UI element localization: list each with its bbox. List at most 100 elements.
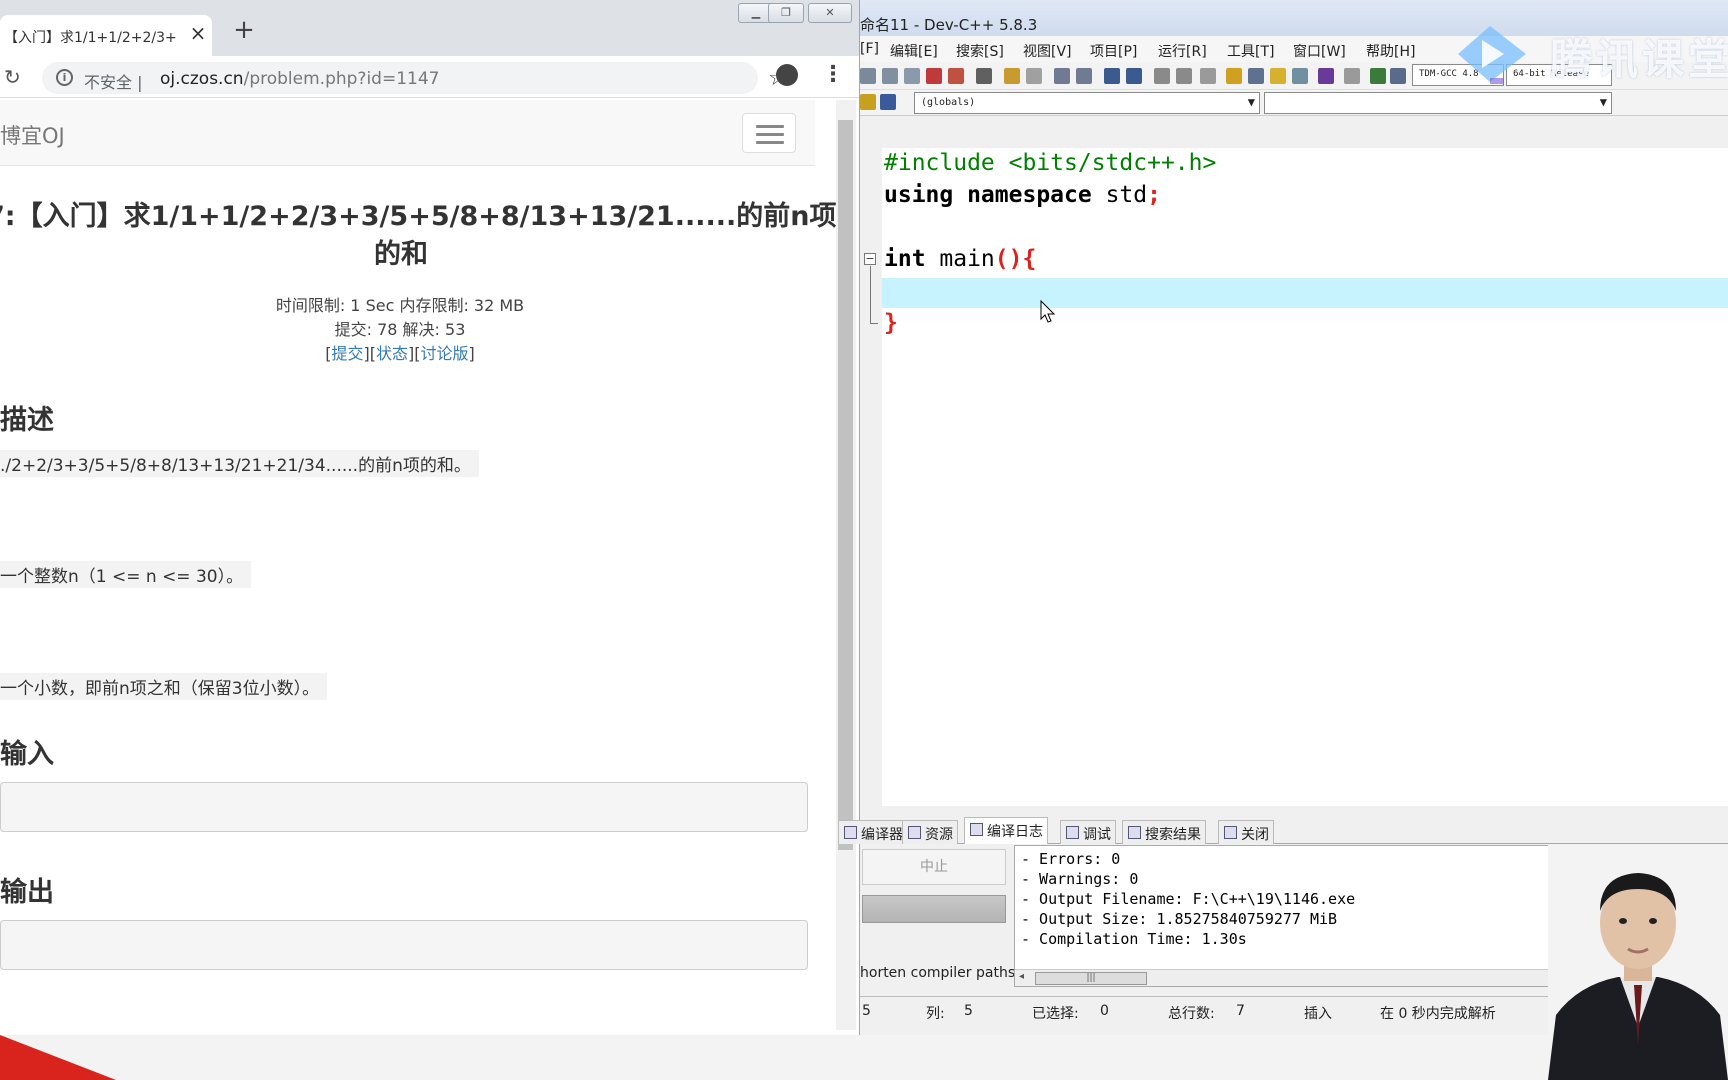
insecure-label: 不安全 |	[84, 73, 143, 92]
fold-icon[interactable]: −	[864, 253, 876, 265]
indent-icon[interactable]	[1104, 68, 1120, 84]
replace-icon[interactable]	[1076, 68, 1092, 84]
toggle-comment-icon[interactable]	[1200, 68, 1216, 84]
hamburger-menu-icon[interactable]	[742, 113, 796, 153]
menu-search[interactable]: 搜索[S]	[956, 41, 1004, 61]
shorten-paths-checkbox-label[interactable]: horten compiler paths	[860, 965, 1015, 981]
tab-debug[interactable]: 调试	[1060, 820, 1116, 844]
syntax-check-icon[interactable]	[1318, 68, 1334, 84]
code-keyword: int	[884, 246, 926, 272]
mouse-cursor-icon	[1040, 300, 1056, 323]
code-identifier: std	[1091, 182, 1148, 208]
save-all-icon[interactable]	[904, 68, 920, 84]
goto-icon[interactable]	[1176, 68, 1192, 84]
debug-icon[interactable]	[1390, 68, 1406, 84]
new-tab-icon[interactable]: +	[232, 17, 256, 43]
check-icon	[1066, 826, 1079, 839]
save-icon[interactable]	[882, 68, 898, 84]
menu-project[interactable]: 项目[P]	[1090, 41, 1137, 61]
undo-icon[interactable]	[1004, 68, 1020, 84]
scroll-left-icon: ◂	[1019, 971, 1025, 982]
status-total-label: 总行数:	[1168, 1006, 1215, 1022]
log-scroll-thumb[interactable]: |||	[1035, 972, 1147, 985]
code-identifier: main	[925, 246, 995, 272]
input-format-text: 一个整数n（1 <= n <= 30）。	[0, 561, 252, 588]
devcpp-class-toolbar: (globals) ▼ ▼	[860, 90, 1728, 116]
compile-icon[interactable]	[1226, 68, 1242, 84]
bookmark-icon[interactable]	[1154, 68, 1170, 84]
status-mode: 插入	[1304, 1006, 1332, 1022]
search-icon	[1128, 826, 1141, 839]
menu-window[interactable]: 窗口[W]	[1293, 41, 1346, 61]
info-icon[interactable]: i	[56, 69, 73, 86]
problem-limits: 时间限制: 1 Sec 内存限制: 32 MB	[275, 296, 525, 315]
discuss-link[interactable]: 讨论版	[420, 344, 468, 363]
scope-combo[interactable]: (globals) ▼	[914, 92, 1260, 114]
redo-icon[interactable]	[1026, 68, 1042, 84]
tab-compile-log[interactable]: 编译日志	[964, 817, 1048, 844]
print-icon[interactable]	[976, 68, 992, 84]
close-window-button[interactable]: ✕	[808, 3, 852, 23]
close-all-icon[interactable]	[948, 68, 964, 84]
status-sel-label: 已选择:	[1032, 1006, 1079, 1022]
log-line: - Warnings: 0	[1021, 870, 1139, 888]
tab-search-results[interactable]: 搜索结果	[1122, 820, 1206, 844]
log-line: - Output Size: 1.85275840759277 MiB	[1021, 910, 1338, 928]
maximize-button[interactable]: ❐	[768, 3, 804, 23]
compile-run-icon[interactable]	[1270, 68, 1286, 84]
watermark-text: 腾讯课堂	[1550, 35, 1728, 84]
code-line-6: }	[884, 310, 898, 336]
run-icon[interactable]	[1248, 68, 1264, 84]
menu-edit[interactable]: 编辑[E]	[890, 41, 938, 61]
tab-title: 【入门】求1/1+1/2+2/3+	[4, 30, 177, 46]
compiler-icon	[844, 826, 857, 839]
problem-stats: 提交: 78 解决: 53	[334, 320, 466, 339]
heading-description: 描述	[0, 405, 54, 436]
menu-run[interactable]: 运行[R]	[1158, 41, 1207, 61]
status-col-label: 列:	[926, 1006, 945, 1022]
status-link[interactable]: 状态	[376, 344, 408, 363]
stop-icon[interactable]	[1344, 68, 1360, 84]
output-format-text: 一个小数，即前n项之和（保留3位小数）。	[0, 673, 328, 700]
page-scroll-thumb[interactable]	[838, 120, 853, 850]
close-tab-icon[interactable]: ×	[188, 23, 208, 43]
menu-help[interactable]: 帮助[H]	[1366, 41, 1415, 61]
url-input[interactable]: i 不安全 | oj.czos.cn/problem.php?id=1147 ☆	[42, 62, 788, 94]
rebuild-icon[interactable]	[1292, 68, 1308, 84]
play-logo-icon	[1458, 26, 1526, 84]
status-total: 7	[1236, 1003, 1245, 1019]
account-icon[interactable]	[776, 64, 798, 86]
unindent-icon[interactable]	[1126, 68, 1142, 84]
new-file-icon[interactable]	[860, 68, 876, 84]
chart-icon	[970, 823, 983, 836]
tab-resources[interactable]: 资源	[902, 820, 958, 844]
insert-icon[interactable]	[860, 94, 876, 110]
desktop-bottom	[0, 1035, 1728, 1080]
log-controls: 中止 horten compiler paths	[860, 845, 1015, 995]
browser-menu-icon[interactable]: ⋮	[822, 62, 844, 87]
code-keyword: using namespace	[884, 182, 1092, 208]
menu-file[interactable]: [F]	[860, 41, 879, 57]
editor-gutter	[860, 148, 882, 806]
site-brand[interactable]: 博宜OJ	[0, 120, 65, 150]
problem-title-line2: 的和	[374, 239, 428, 270]
url-host: oj.czos.cn	[160, 69, 244, 89]
toggle-bookmark-icon[interactable]	[880, 94, 896, 110]
abort-button[interactable]: 中止	[862, 849, 1006, 885]
status-line: 5	[862, 1003, 871, 1019]
close-icon	[1224, 826, 1237, 839]
log-line: - Output Filename: F:\C++\19\1146.exe	[1021, 890, 1356, 908]
menu-tools[interactable]: 工具[T]	[1227, 41, 1274, 61]
code-line-4: int main(){	[884, 246, 1036, 272]
find-icon[interactable]	[1054, 68, 1070, 84]
tab-close[interactable]: 关闭	[1218, 820, 1274, 844]
reload-icon[interactable]: ↻	[4, 65, 21, 89]
code-line-1: #include <bits/stdc++.h>	[884, 150, 1217, 176]
chart-icon[interactable]	[1370, 68, 1386, 84]
tab-compiler[interactable]: 编译器	[838, 820, 908, 844]
submit-link[interactable]: 提交	[331, 344, 363, 363]
function-combo[interactable]: ▼	[1264, 92, 1612, 114]
close-file-icon[interactable]	[926, 68, 942, 84]
menu-view[interactable]: 视图[V]	[1023, 41, 1072, 61]
resources-icon	[908, 826, 921, 839]
